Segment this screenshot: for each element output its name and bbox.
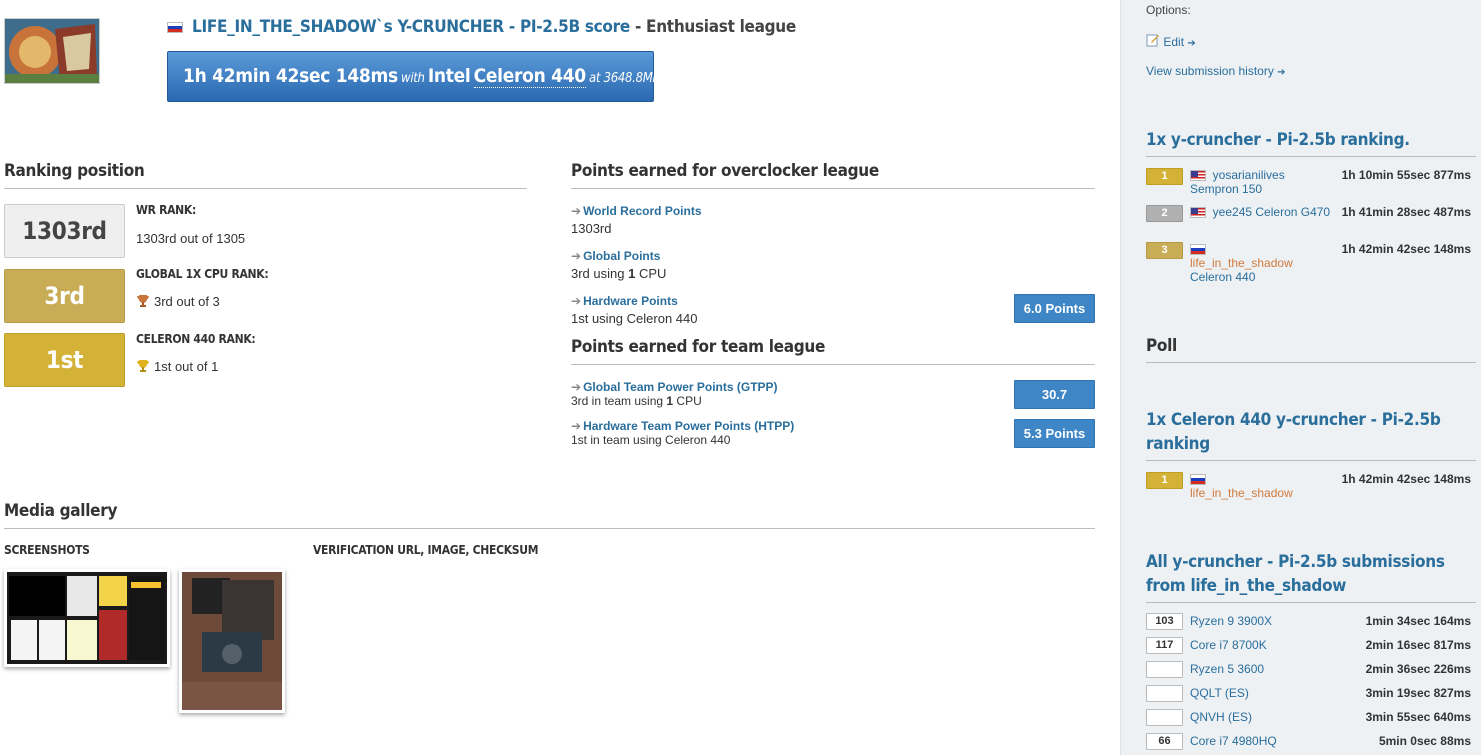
league-label: - Enthusiast league [629,17,796,37]
edit-icon [1146,34,1159,47]
options-label: Options: [1146,3,1191,17]
cpu-ranking-entry[interactable]: life_in_the_shadow [1190,472,1293,500]
ranking-sidebar-heading: 1x y-cruncher - Pi-2.5b ranking. [1146,128,1476,157]
usa-flag-icon [1190,170,1206,182]
submission-rank [1146,661,1183,678]
edit-link[interactable]: Edit ➔ [1146,33,1196,49]
sidebar: Options: Edit ➔ View submission history … [1120,0,1481,755]
trophy-gold-icon [137,360,149,372]
poll-heading: Poll [1146,334,1476,363]
ranking-time: 1h 42min 42sec 148ms [1341,242,1471,256]
ranking-time: 1h 41min 28sec 487ms [1341,205,1471,219]
cpu-rank-text: 1st out of 1 [154,359,219,374]
global-rank-box: 3rd [4,269,125,323]
cpu-name-link[interactable]: Celeron 440 [473,65,586,88]
gtpp-link[interactable]: ➔ Global Team Power Points (GTPP) [571,380,778,394]
user-avatar[interactable] [4,18,100,84]
wr-points-sub: 1303rd [571,221,612,236]
wr-points-link[interactable]: ➔ World Record Points [571,204,702,218]
all-submissions-heading: All y-cruncher - Pi-2.5b submissions fro… [1146,550,1476,603]
ranking-entry[interactable]: yee245 Celeron G470 [1190,205,1330,219]
with-label: with [401,71,425,86]
wr-rank-box: 1303rd [4,204,125,258]
rank-badge: 1 [1146,472,1183,489]
submission-cpu-link[interactable]: Core i7 8700K [1190,638,1267,652]
trophy-bronze-icon [137,295,149,307]
htpp-link[interactable]: ➔ Hardware Team Power Points (HTPP) [571,419,794,433]
global-rank-text: 3rd out of 3 [154,294,220,309]
global-rank-line: 3rd out of 3 [136,294,220,309]
ranking-time: 1h 10min 55sec 877ms [1341,168,1471,182]
global-points-link[interactable]: ➔ Global Points [571,249,660,263]
submission-history-link[interactable]: View submission history ➔ [1146,64,1286,78]
page-title: LIFE_IN_THE_SHADOW`s Y-CRUNCHER - PI-2.5… [167,17,796,37]
gtpp-button[interactable]: 30.7 Points [1014,380,1095,429]
screenshots-label: SCREENSHOTS [4,543,90,557]
screenshot-thumbnail[interactable] [4,569,170,667]
usa-flag-icon [1190,207,1206,219]
cpu-rank-box: 1st [4,333,125,387]
submission-cpu-link[interactable]: Core i7 4980HQ [1190,734,1277,748]
submission-time: 3min 19sec 827ms [1365,686,1471,700]
rank-badge: 2 [1146,205,1183,222]
media-gallery-heading: Media gallery [4,501,1095,529]
frequency-label: at 3648.8MHz [589,71,667,86]
submission-rank [1146,709,1183,726]
cpu-ranking-heading: 1x Celeron 440 y-cruncher - Pi-2.5b rank… [1146,408,1476,461]
submission-time: 2min 36sec 226ms [1365,662,1471,676]
submission-cpu-link[interactable]: QNVH (ES) [1190,710,1252,724]
user-title-link[interactable]: LIFE_IN_THE_SHADOW`s Y-CRUNCHER - PI-2.5… [192,17,630,37]
submission-time: 5min 0sec 88ms [1378,734,1471,748]
team-points-heading: Points earned for team league [571,337,1095,365]
global-points-sub: 3rd using 1 CPU [571,266,667,281]
cpu-rank-label: CELERON 440 RANK: [136,332,256,346]
oc-points-heading: Points earned for overclocker league [571,161,1095,189]
verification-label: VERIFICATION URL, IMAGE, CHECKSUM [313,543,539,557]
ranking-entry[interactable]: life_in_the_shadow Celeron 440 [1190,242,1293,284]
submission-rank: 66 [1146,733,1183,750]
hw-points-link[interactable]: ➔ Hardware Points [571,294,678,308]
submission-rank [1146,685,1183,702]
hw-points-button[interactable]: 6.0 Points [1014,294,1095,323]
russia-flag-icon [1190,474,1206,486]
rank-badge: 3 [1146,242,1183,259]
htpp-sub: 1st in team using Celeron 440 [571,433,731,447]
hw-points-sub: 1st using Celeron 440 [571,311,698,326]
submission-rank: 103 [1146,613,1183,630]
gtpp-sub: 3rd in team using 1 CPU [571,394,702,408]
submission-cpu-link[interactable]: QQLT (ES) [1190,686,1249,700]
wr-rank-label: WR RANK: [136,203,196,217]
russia-flag-icon [1190,244,1206,256]
cpu-rank-line: 1st out of 1 [136,359,218,374]
russia-flag-icon [167,21,183,33]
wr-rank-text: 1303rd out of 1305 [136,231,246,246]
submission-time: 2min 16sec 817ms [1365,638,1471,652]
submission-time: 3min 55sec 640ms [1365,710,1471,724]
score-banner: 1h 42min 42sec 148ms with Intel Celeron … [167,51,667,102]
rank-badge: 1 [1146,168,1183,185]
score-time: 1h 42min 42sec 148ms [183,65,398,87]
photo-thumbnail[interactable] [179,569,285,713]
cpu-prefix: Intel [427,65,471,87]
submission-time: 1min 34sec 164ms [1365,614,1471,628]
submission-cpu-link[interactable]: Ryzen 9 3900X [1190,614,1272,628]
ranking-heading: Ranking position [4,161,527,189]
cpu-ranking-time: 1h 42min 42sec 148ms [1341,472,1471,486]
htpp-button[interactable]: 5.3 Points [1014,419,1095,448]
submission-rank: 117 [1146,637,1183,654]
submission-cpu-link[interactable]: Ryzen 5 3600 [1190,662,1264,676]
global-rank-label: GLOBAL 1X CPU RANK: [136,267,269,281]
ranking-entry[interactable]: yosarianilives Sempron 150 [1190,168,1285,196]
